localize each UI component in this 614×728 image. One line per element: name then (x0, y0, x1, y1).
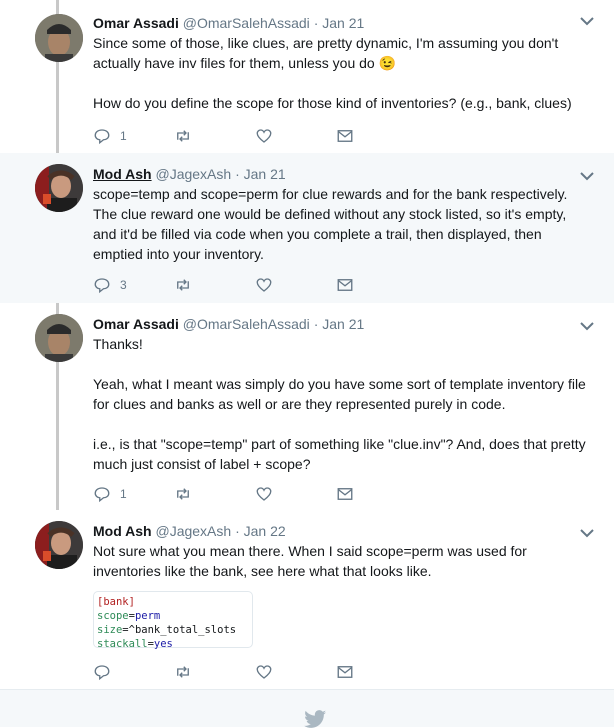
dm-button[interactable] (336, 127, 417, 145)
code-value: yes (153, 638, 173, 650)
code-key: size (97, 624, 123, 636)
tweet-text: Thanks! Yeah, what I meant was simply do… (93, 334, 592, 474)
avatar[interactable] (35, 521, 83, 569)
author-name[interactable]: Mod Ash (93, 166, 152, 182)
tweet-paragraph: Since some of those, like clues, are pre… (93, 35, 559, 71)
like-icon (256, 487, 272, 501)
tweet-header: Omar Assadi @OmarSalehAssadi · Jan 21 (93, 315, 592, 333)
retweet-icon (177, 279, 189, 291)
reply-button[interactable] (93, 663, 174, 681)
tweet-header: Mod Ash @JagexAsh · Jan 21 (93, 165, 592, 183)
like-icon (256, 665, 272, 679)
dm-button[interactable] (336, 276, 417, 294)
chevron-down-icon[interactable] (580, 171, 594, 181)
timeline-footer (0, 689, 614, 728)
code-value: ^bank_total_slots (128, 624, 237, 636)
avatar[interactable] (35, 314, 83, 362)
tweet-actions: 1 (93, 126, 417, 146)
author-handle[interactable]: @JagexAsh (155, 166, 231, 182)
reply-button[interactable]: 1 (93, 127, 174, 145)
tweet-date[interactable]: Jan 21 (322, 316, 364, 332)
reply-icon (94, 665, 110, 681)
tweet[interactable]: Omar Assadi @OmarSalehAssadi · Jan 21 Th… (0, 303, 614, 510)
tweet-date[interactable]: Jan 21 (322, 15, 364, 31)
chevron-down-icon[interactable] (580, 321, 594, 331)
reply-icon (94, 278, 110, 294)
reply-icon (94, 487, 110, 503)
like-button[interactable] (255, 663, 336, 681)
dm-icon (337, 666, 353, 678)
reply-count: 1 (120, 129, 127, 143)
retweet-button[interactable] (174, 127, 255, 145)
tweet-actions (93, 662, 417, 682)
separator: · (235, 166, 240, 182)
author-handle[interactable]: @OmarSalehAssadi (183, 15, 310, 31)
reply-icon (94, 129, 110, 145)
retweet-icon (177, 130, 189, 142)
tweet-header: Mod Ash @JagexAsh · Jan 22 (93, 522, 592, 540)
author-name[interactable]: Omar Assadi (93, 316, 179, 332)
author-name[interactable]: Mod Ash (93, 523, 152, 539)
chevron-down-icon[interactable] (580, 16, 594, 26)
separator: · (235, 523, 240, 539)
like-button[interactable] (255, 127, 336, 145)
code-image[interactable]: [bank] scope=perm size=^bank_total_slots… (93, 591, 253, 650)
tweet-paragraph: scope=temp and scope=perm for clue rewar… (93, 186, 568, 262)
like-icon (256, 278, 272, 292)
tweet-date[interactable]: Jan 22 (244, 523, 286, 539)
tweet-paragraph: Not sure what you mean there. When I sai… (93, 543, 527, 579)
author-name[interactable]: Omar Assadi (93, 15, 179, 31)
author-handle[interactable]: @OmarSalehAssadi (183, 316, 310, 332)
tweet-actions: 1 (93, 484, 417, 504)
avatar[interactable] (35, 14, 83, 62)
tweet-paragraph: i.e., is that "scope=temp" part of somet… (93, 436, 586, 472)
code-value: perm (134, 610, 161, 622)
tweet[interactable]: Omar Assadi @OmarSalehAssadi · Jan 21 Si… (0, 0, 614, 153)
dm-icon (337, 130, 353, 142)
separator: · (313, 15, 319, 31)
retweet-button[interactable] (174, 663, 255, 681)
code-key: stackall (97, 638, 148, 650)
tweet-paragraph: Yeah, what I meant was simply do you hav… (93, 376, 586, 412)
dm-button[interactable] (336, 663, 417, 681)
dm-icon (337, 279, 353, 291)
chevron-down-icon[interactable] (580, 528, 594, 538)
tweet-paragraph: Thanks! (93, 336, 143, 352)
tweet-paragraph: How do you define the scope for those ki… (93, 95, 572, 111)
dm-icon (337, 488, 353, 500)
tweet-text: scope=temp and scope=perm for clue rewar… (93, 184, 592, 264)
avatar[interactable] (35, 164, 83, 212)
retweet-button[interactable] (174, 276, 255, 294)
tweet-highlighted[interactable]: Mod Ash @JagexAsh · Jan 21 scope=temp an… (0, 153, 614, 303)
tweet-actions: 3 (93, 275, 417, 295)
tweet-header: Omar Assadi @OmarSalehAssadi · Jan 21 (93, 14, 592, 32)
tweet-text: Since some of those, like clues, are pre… (93, 33, 592, 113)
reply-count: 1 (120, 487, 127, 501)
reply-count: 3 (120, 278, 127, 292)
reply-button[interactable]: 1 (93, 485, 174, 503)
author-handle[interactable]: @JagexAsh (155, 523, 231, 539)
retweet-icon (177, 666, 189, 678)
tweet-text: Not sure what you mean there. When I sai… (93, 541, 592, 581)
code-key: scope (97, 610, 129, 622)
dm-button[interactable] (336, 485, 417, 503)
twitter-bird-icon (304, 710, 326, 728)
like-button[interactable] (255, 485, 336, 503)
tweet-date[interactable]: Jan 21 (244, 166, 286, 182)
retweet-button[interactable] (174, 485, 255, 503)
separator: · (313, 316, 319, 332)
code-section: [bank] (97, 596, 135, 608)
retweet-icon (177, 488, 189, 500)
like-button[interactable] (255, 276, 336, 294)
reply-button[interactable]: 3 (93, 276, 174, 294)
like-icon (256, 129, 272, 143)
